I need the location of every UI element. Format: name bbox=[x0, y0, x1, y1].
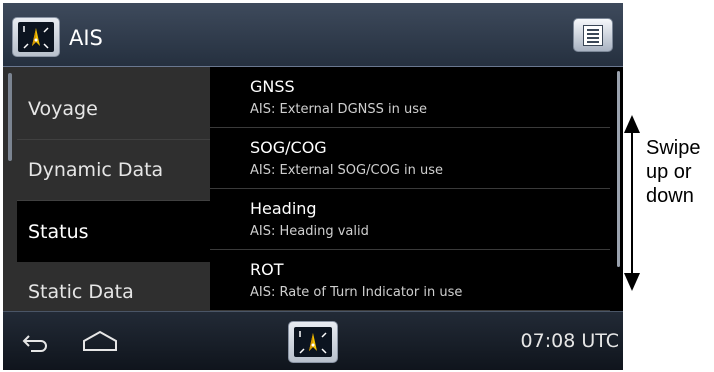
swipe-arrow-icon bbox=[624, 115, 640, 291]
list-item-subtitle: AIS: External SOG/COG in use bbox=[250, 163, 444, 178]
radar-compass-icon[interactable] bbox=[12, 17, 60, 57]
sidebar-item-voyage[interactable]: Voyage bbox=[17, 79, 210, 140]
list-item[interactable]: Heading AIS: Heading valid bbox=[210, 189, 610, 250]
status-list: GNSS AIS: External DGNSS in use SOG/COG … bbox=[210, 67, 623, 311]
annotation-line: Swipe bbox=[646, 137, 701, 159]
back-arrow-icon[interactable] bbox=[21, 331, 51, 353]
sidebar: Voyage Dynamic Data Status Static Data bbox=[3, 67, 210, 323]
annotation-line: up or bbox=[646, 161, 692, 183]
clock: 07:08 UTC bbox=[520, 330, 619, 352]
radar-compass-icon[interactable] bbox=[288, 321, 338, 363]
device-screen: AIS Voyage Dynamic Data Status Static Da… bbox=[3, 3, 623, 370]
sidebar-item-dynamic-data[interactable]: Dynamic Data bbox=[17, 140, 210, 201]
list-item[interactable]: SOG/COG AIS: External SOG/COG in use bbox=[210, 128, 610, 189]
home-icon[interactable] bbox=[82, 330, 118, 352]
list-item[interactable]: GNSS AIS: External DGNSS in use bbox=[210, 67, 610, 128]
page-title: AIS bbox=[69, 26, 103, 50]
list-item-subtitle: AIS: Rate of Turn Indicator in use bbox=[250, 285, 463, 300]
list-item-title: Heading bbox=[250, 199, 317, 218]
list-item-subtitle: AIS: External DGNSS in use bbox=[250, 102, 427, 117]
annotation-line: down bbox=[646, 185, 694, 207]
list-item-title: ROT bbox=[250, 260, 284, 279]
bottom-bar: 07:08 UTC bbox=[3, 311, 623, 370]
list-scrollbar[interactable] bbox=[617, 71, 620, 267]
sidebar-item-label: Voyage bbox=[28, 98, 98, 120]
list-item-title: SOG/COG bbox=[250, 138, 327, 157]
sidebar-item-label: Status bbox=[28, 220, 89, 243]
menu-list-icon[interactable] bbox=[573, 18, 613, 52]
swipe-annotation: Swipe up or down bbox=[646, 136, 714, 208]
sidebar-item-label: Static Data bbox=[28, 281, 134, 303]
app-header: AIS bbox=[3, 3, 623, 67]
sidebar-scrollbar[interactable] bbox=[8, 73, 12, 161]
list-item-subtitle: AIS: Heading valid bbox=[250, 224, 369, 239]
sidebar-item-label: Dynamic Data bbox=[28, 159, 164, 181]
sidebar-item-status[interactable]: Status bbox=[17, 201, 210, 262]
list-item-title: GNSS bbox=[250, 77, 295, 96]
list-item[interactable]: ROT AIS: Rate of Turn Indicator in use bbox=[210, 250, 610, 311]
